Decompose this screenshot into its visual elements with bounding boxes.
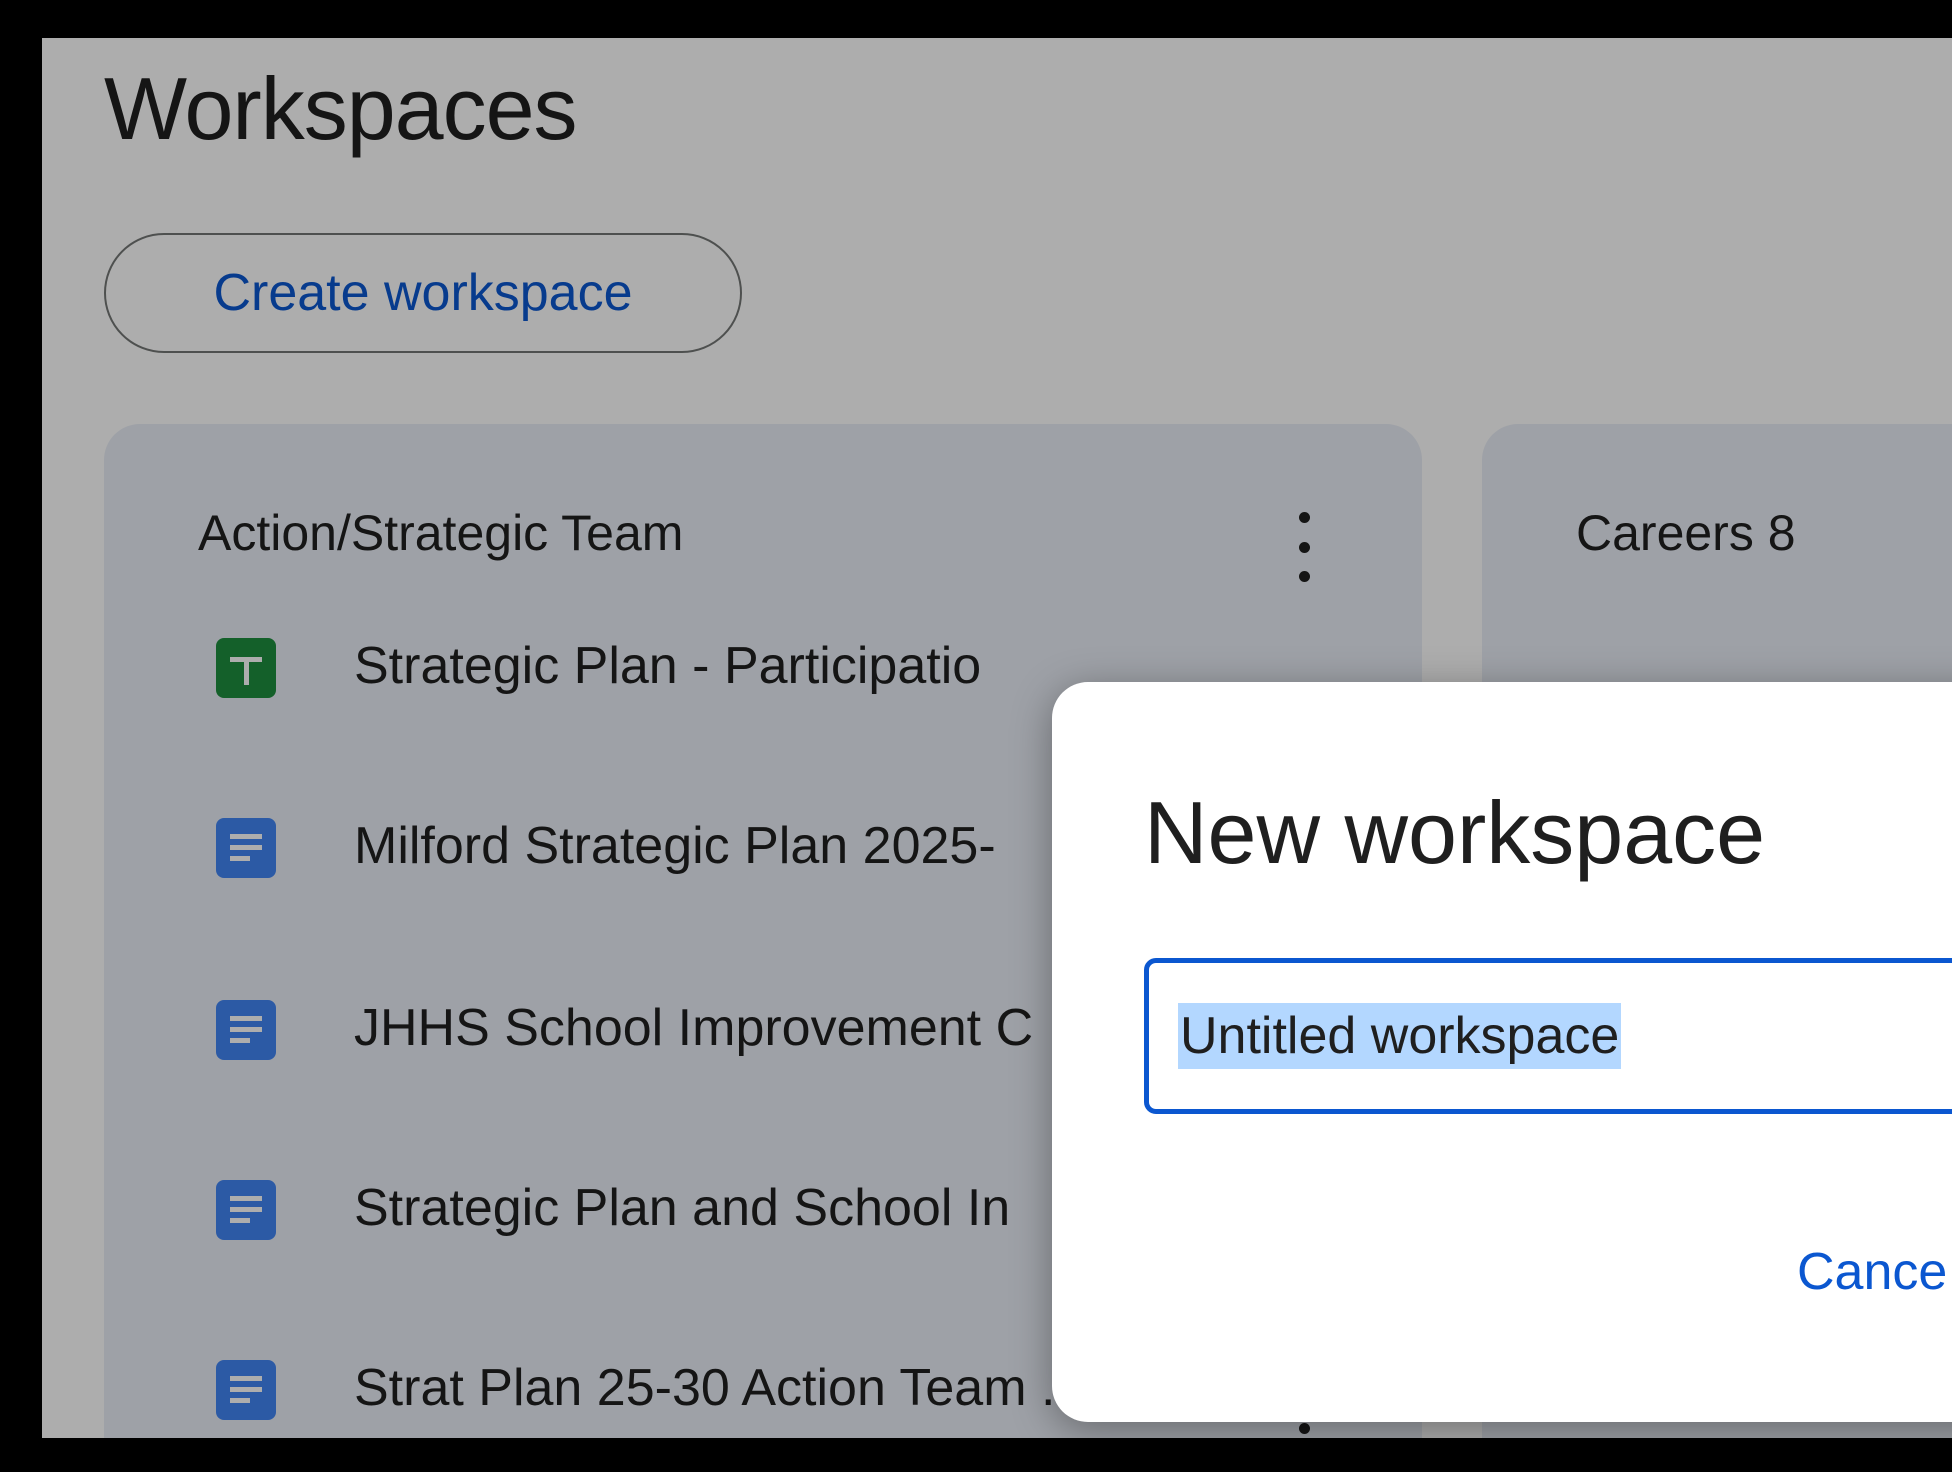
selected-text: Untitled workspace — [1178, 1003, 1622, 1069]
workspaces-page: Workspaces Create workspace Action/Strat… — [42, 38, 1952, 1438]
screen-frame: Workspaces Create workspace Action/Strat… — [16, 12, 1952, 1455]
cancel-button[interactable]: Cance — [1797, 1242, 1947, 1302]
new-workspace-dialog: New workspace Untitled workspace Cance — [1052, 682, 1952, 1422]
dialog-title: New workspace — [1144, 783, 1766, 882]
